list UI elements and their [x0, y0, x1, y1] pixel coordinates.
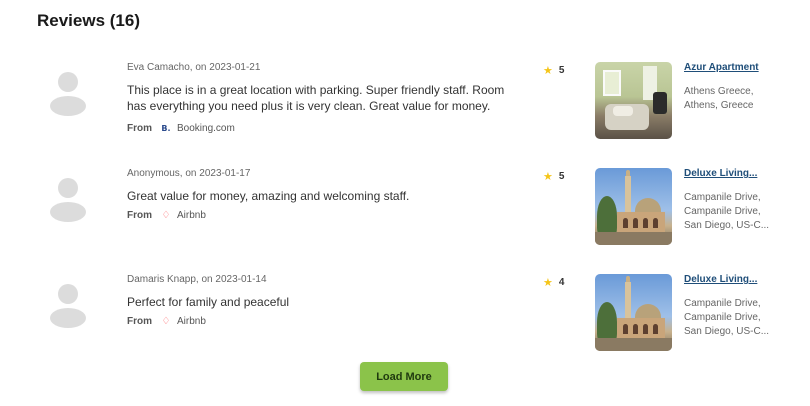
review-item: Eva Camacho, on 2023-01-21 This place is…: [0, 62, 810, 152]
property-link[interactable]: Azur Apartment: [684, 62, 774, 73]
property-link[interactable]: Deluxe Living...: [684, 274, 774, 285]
rating: ★ 5: [543, 64, 564, 77]
property-photo[interactable]: [595, 168, 672, 245]
address-line: Campanile Drive,: [684, 206, 761, 217]
avatar: [50, 72, 86, 116]
from-label: From: [127, 316, 152, 327]
avatar: [50, 178, 86, 222]
airbnb-icon: ♢: [161, 210, 171, 221]
avatar: [50, 284, 86, 328]
address-line: San Diego, US-C...: [684, 220, 770, 231]
airbnb-icon: ♢: [161, 316, 171, 327]
review-text: This place is in a great location with p…: [127, 83, 505, 113]
address-line: Campanile Drive,: [684, 298, 761, 309]
address-line: San Diego, US-C...: [684, 326, 770, 337]
source-name: Booking.com: [177, 123, 235, 134]
rating-value: 5: [558, 171, 565, 182]
review-text: Perfect for family and peaceful: [127, 295, 290, 309]
star-icon: ★: [543, 276, 553, 289]
property-address: Campanile Drive, Campanile Drive, San Di…: [684, 297, 774, 339]
source-name: Airbnb: [177, 316, 206, 327]
star-icon: ★: [543, 64, 553, 77]
booking-icon: B.: [161, 124, 171, 133]
review-author-date: Damaris Knapp, on 2023-01-14: [127, 274, 267, 285]
star-icon: ★: [543, 170, 553, 183]
rating-value: 4: [558, 277, 565, 288]
property-address: Campanile Drive, Campanile Drive, San Di…: [684, 191, 774, 233]
rating: ★ 5: [543, 170, 564, 183]
rating: ★ 4: [543, 276, 564, 289]
from-label: From: [127, 210, 152, 221]
load-more-button[interactable]: Load More: [360, 362, 448, 391]
property-photo[interactable]: [595, 62, 672, 139]
rating-value: 5: [558, 65, 565, 76]
review-author-date: Anonymous, on 2023-01-17: [127, 168, 251, 179]
review-author-date: Eva Camacho, on 2023-01-21: [127, 62, 261, 73]
source-name: Airbnb: [177, 210, 206, 221]
review-source: From ♢ Airbnb: [127, 210, 206, 221]
review-source: From ♢ Airbnb: [127, 316, 206, 327]
review-source: From B. Booking.com: [127, 123, 235, 134]
review-item: Damaris Knapp, on 2023-01-14 Perfect for…: [0, 274, 810, 364]
property-address: Athens Greece, Athens, Greece: [684, 85, 774, 113]
property-photo[interactable]: [595, 274, 672, 351]
address-line: Athens, Greece: [684, 100, 754, 111]
from-label: From: [127, 123, 152, 134]
review-text: Great value for money, amazing and welco…: [127, 189, 410, 203]
page-title: Reviews (16): [37, 11, 140, 30]
address-line: Campanile Drive,: [684, 192, 761, 203]
review-item: Anonymous, on 2023-01-17 Great value for…: [0, 168, 810, 258]
address-line: Athens Greece,: [684, 86, 754, 97]
property-link[interactable]: Deluxe Living...: [684, 168, 774, 179]
address-line: Campanile Drive,: [684, 312, 761, 323]
